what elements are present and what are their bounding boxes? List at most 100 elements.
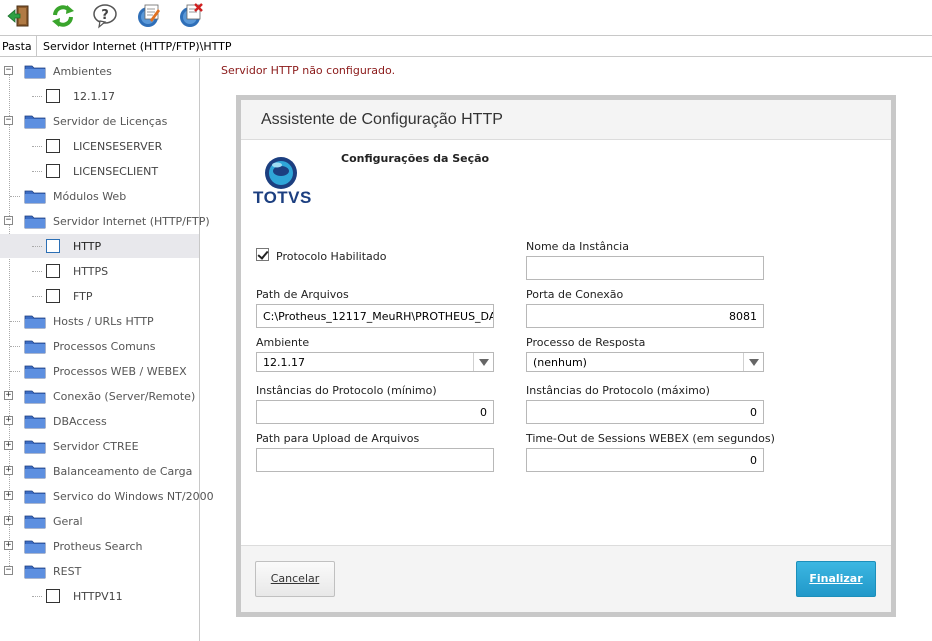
path-label: Pasta [2,40,32,53]
max-instances-input[interactable]: 0 [526,400,764,424]
tree-item-label: HTTP [73,240,102,253]
tree-leaf-item[interactable]: FTP [0,284,199,308]
totvs-logo: TOTVS [251,155,313,211]
navigation-tree: − Ambientes 12.1.17 − Servidor de Licenças LI… [0,58,214,641]
folder-icon [24,413,46,429]
tree-leaf-item[interactable]: HTTP [0,234,199,258]
chevron-down-icon[interactable] [743,353,763,371]
chevron-down-icon[interactable] [473,353,493,371]
tree-item-label: Balanceamento de Carga [53,465,193,478]
help-icon[interactable]: ? [92,3,118,29]
tree-folder-item[interactable]: − REST [0,559,199,583]
upload-path-label: Path para Upload de Arquivos [256,432,420,445]
document-icon [46,239,60,253]
upload-path-input[interactable] [256,448,494,472]
tree-item-label: Processos Comuns [53,340,156,353]
tree-folder-item[interactable]: − Ambientes [0,59,199,83]
folder-icon [24,463,46,479]
tree-folder-item[interactable]: + Servico do Windows NT/2000 [0,484,214,508]
response-process-select[interactable]: (nenhum) [526,352,764,372]
tree-folder-item[interactable]: Processos Comuns [0,334,199,358]
environment-select[interactable]: 12.1.17 [256,352,494,372]
exit-icon[interactable] [6,3,32,29]
response-process-value: (nenhum) [533,356,587,369]
folder-icon [24,388,46,404]
tree-item-label: FTP [73,290,93,303]
expand-icon[interactable]: + [4,441,13,450]
collapse-icon[interactable]: − [4,566,13,575]
min-instances-label: Instâncias do Protocolo (mínimo) [256,384,437,397]
tree-folder-item[interactable]: + Conexão (Server/Remote) [0,384,199,408]
tree-connector-line [32,296,42,297]
warning-message: Servidor HTTP não configurado. [221,64,396,77]
expand-icon[interactable]: + [4,466,13,475]
tree-folder-item[interactable]: − Servidor de Licenças [0,109,199,133]
tree-connector-line [32,146,42,147]
tree-item-label: Conexão (Server/Remote) [53,390,196,403]
tree-leaf-item[interactable]: LICENSESERVER [0,134,199,158]
expand-icon[interactable]: + [4,516,13,525]
document-icon [46,289,60,303]
tree-folder-item[interactable]: + Balanceamento de Carga [0,459,199,483]
collapse-icon[interactable]: − [4,66,13,75]
tree-folder-item[interactable]: − Servidor Internet (HTTP/FTP) [0,209,210,233]
tree-item-label: Servidor de Licenças [53,115,168,128]
expand-icon[interactable]: + [4,541,13,550]
edit-icon[interactable] [136,3,162,29]
tree-folder-item[interactable]: Módulos Web [0,184,199,208]
path-field[interactable]: Servidor Internet (HTTP/FTP)\HTTP [36,36,932,56]
tree-item-label: Servidor CTREE [53,440,139,453]
tree-folder-item[interactable]: + DBAccess [0,409,199,433]
folder-icon [24,113,46,129]
min-instances-input[interactable]: 0 [256,400,494,424]
folder-icon [24,338,46,354]
tree-item-label: Processos WEB / WEBEX [53,365,187,378]
tree-item-label: HTTPS [73,265,109,278]
webex-timeout-input[interactable]: 0 [526,448,764,472]
tree-connector-line [10,321,20,322]
logo-text: TOTVS [253,188,312,207]
environment-label: Ambiente [256,336,310,349]
collapse-icon[interactable]: − [4,216,13,225]
instance-name-label: Nome da Instância [526,240,629,253]
tree-folder-item[interactable]: + Servidor CTREE [0,434,199,458]
tree-item-label: LICENSESERVER [73,140,163,153]
delete-icon[interactable] [178,3,204,29]
expand-icon[interactable]: + [4,416,13,425]
document-icon [46,89,60,103]
tree-leaf-item[interactable]: LICENSECLIENT [0,159,199,183]
tree-connector-line [32,596,42,597]
tree-item-label: DBAccess [53,415,107,428]
tree-folder-item[interactable]: Processos WEB / WEBEX [0,359,199,383]
folder-icon [24,438,46,454]
files-path-input[interactable]: C:\Protheus_12117_MeuRH\PROTHEUS_DATA\we… [256,304,494,328]
connection-port-input[interactable]: 8081 [526,304,764,328]
folder-icon [24,63,46,79]
environment-value: 12.1.17 [263,356,305,369]
tree-connector-line [32,271,42,272]
tree-item-label: Hosts / URLs HTTP [53,315,154,328]
expand-icon[interactable]: + [4,491,13,500]
folder-icon [24,563,46,579]
tree-item-label: Servidor Internet (HTTP/FTP) [53,215,210,228]
dialog-header: Assistente de Configuração HTTP [241,100,891,140]
document-icon [46,164,60,178]
instance-name-input[interactable] [526,256,764,280]
expand-icon[interactable]: + [4,391,13,400]
finish-button[interactable]: Finalizar [796,561,876,597]
tree-leaf-item[interactable]: HTTPS [0,259,199,283]
tree-folder-item[interactable]: + Protheus Search [0,534,199,558]
tree-folder-item[interactable]: Hosts / URLs HTTP [0,309,199,333]
protocol-enabled-checkbox[interactable] [256,248,269,261]
tree-item-label: Ambientes [53,65,112,78]
tree-leaf-item[interactable]: HTTPV11 [0,584,199,608]
refresh-icon[interactable] [50,3,76,29]
folder-icon [24,313,46,329]
tree-leaf-item[interactable]: 12.1.17 [0,84,199,108]
files-path-label: Path de Arquivos [256,288,349,301]
tree-folder-item[interactable]: + Geral [0,509,199,533]
cancel-button[interactable]: Cancelar [255,561,335,597]
collapse-icon[interactable]: − [4,116,13,125]
tree-item-label: 12.1.17 [73,90,115,103]
dialog-title: Assistente de Configuração HTTP [261,111,503,128]
